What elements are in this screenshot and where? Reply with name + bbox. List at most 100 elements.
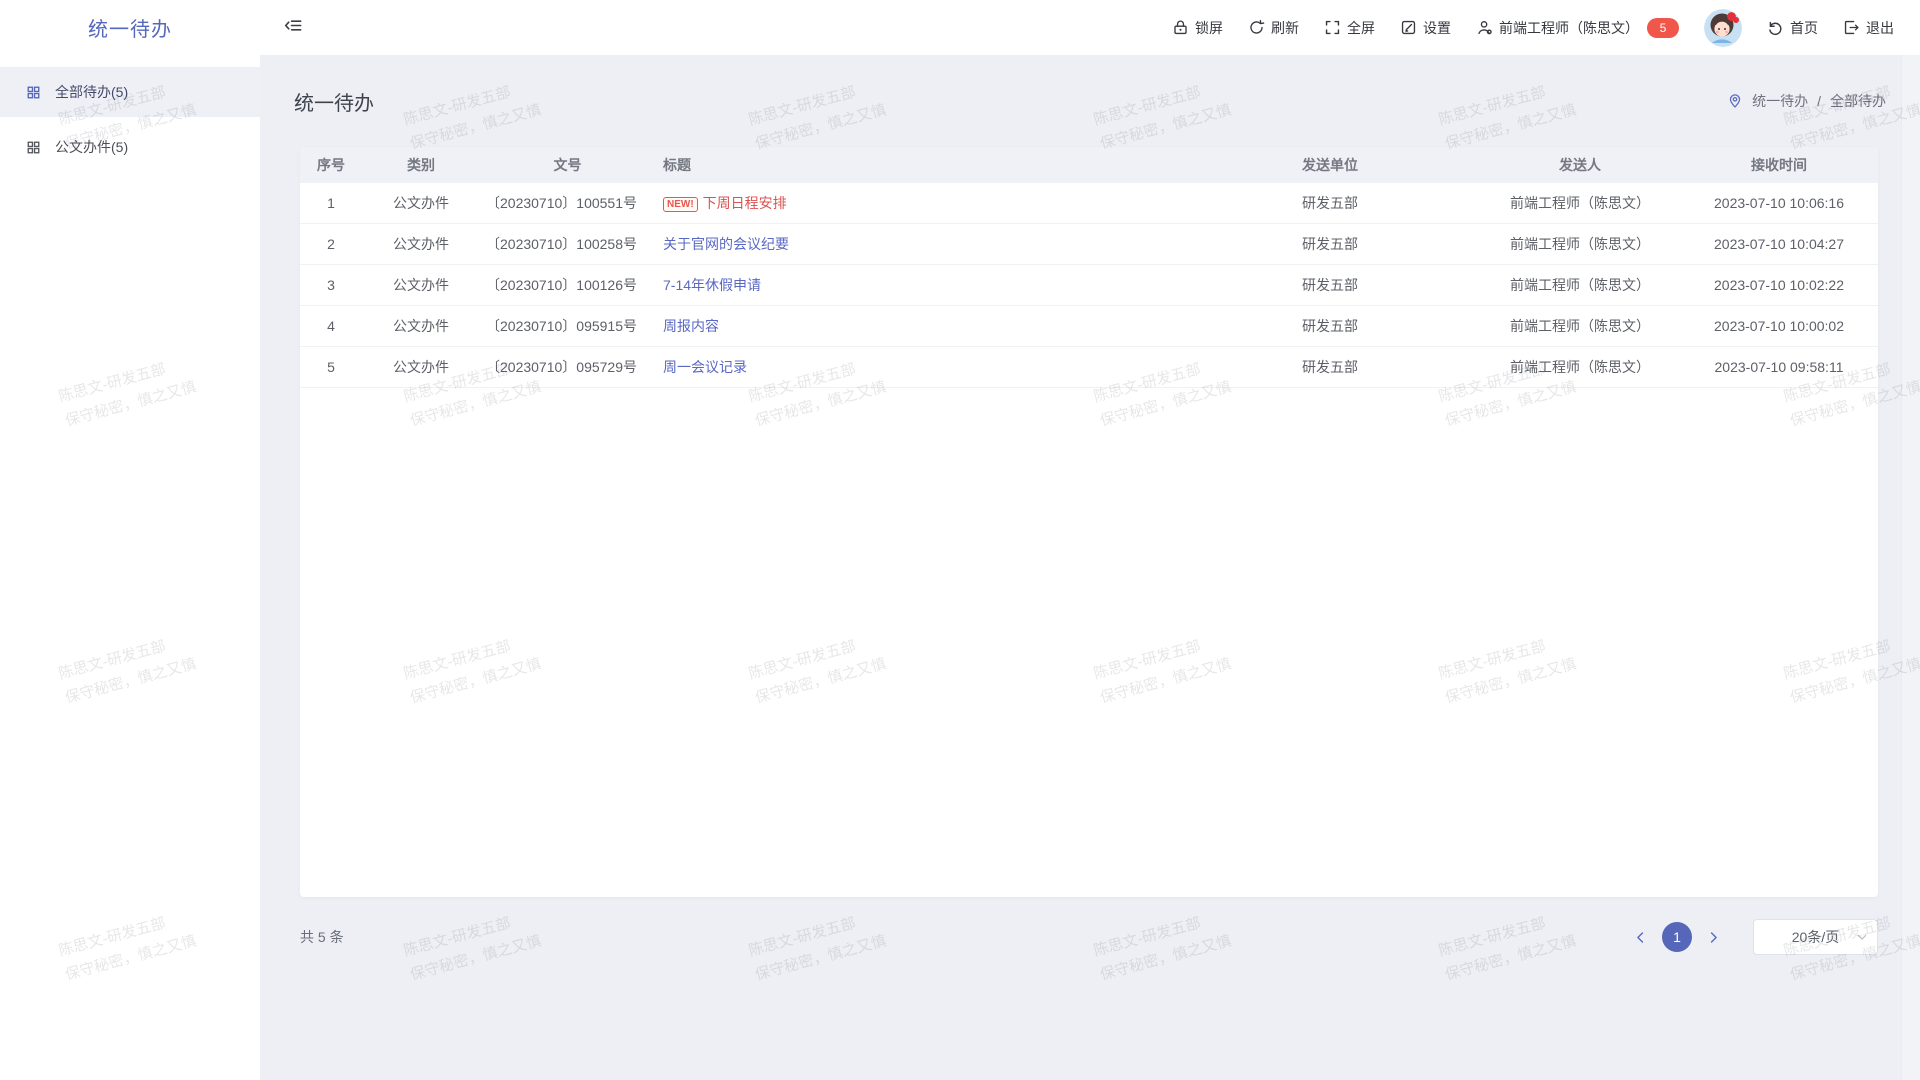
cell-index: 1 [300,183,362,224]
app-root: 统一待办 锁屏 [0,0,1920,1080]
cell-index: 4 [300,306,362,347]
col-doc-no: 文号 [480,147,655,183]
cell-category: 公文办件 [362,224,480,265]
breadcrumb: 统一待办 / 全部待办 [1727,91,1886,111]
cell-title: 7-14年休假申请 [655,265,1180,306]
col-index: 序号 [300,147,362,183]
document-title-link[interactable]: 下周日程安排 [703,195,787,211]
cell-sender: 前端工程师（陈思文） [1480,224,1680,265]
cell-category: 公文办件 [362,183,480,224]
home-button[interactable]: 首页 [1767,18,1818,38]
breadcrumb-separator: / [1817,93,1821,109]
document-title-link[interactable]: 7-14年休假申请 [663,277,761,293]
cell-unit: 研发五部 [1180,183,1480,224]
cell-title: 周一会议记录 [655,347,1180,388]
cell-index: 2 [300,224,362,265]
cell-category: 公文办件 [362,347,480,388]
table-row: 2 公文办件 〔20230710〕100258号 关于官网的会议纪要 研发五部 … [300,224,1878,265]
settings-edit-icon [1400,19,1417,36]
cell-doc-no: 〔20230710〕100126号 [480,265,655,306]
table-header: 序号 类别 文号 标题 发送单位 发送人 接收时间 [300,147,1878,183]
refresh-icon [1248,19,1265,36]
fullscreen-button[interactable]: 全屏 [1324,18,1375,38]
sidebar-item[interactable]: 全部待办(5) [0,67,260,117]
new-badge: NEW! [663,197,698,212]
document-title-link[interactable]: 关于官网的会议纪要 [663,236,789,252]
logout-label: 退出 [1866,18,1894,38]
logout-icon [1843,19,1860,36]
page-size-select[interactable]: 20条/页 [1753,919,1878,955]
todo-count-badge: 5 [1647,18,1679,38]
cell-time: 2023-07-10 10:04:27 [1680,224,1878,265]
cell-unit: 研发五部 [1180,347,1480,388]
main-content: 统一待办 统一待办 / 全部待办 [260,55,1920,1080]
cell-doc-no: 〔20230710〕100258号 [480,224,655,265]
cell-index: 5 [300,347,362,388]
lock-screen-button[interactable]: 锁屏 [1172,18,1223,38]
sidebar-item-label: 公文办件(5) [55,137,128,157]
cell-title: 关于官网的会议纪要 [655,224,1180,265]
page-title-bar: 统一待办 统一待办 / 全部待办 [260,55,1920,147]
chevron-down-icon [1856,931,1868,943]
cell-sender: 前端工程师（陈思文） [1480,306,1680,347]
table-row: 5 公文办件 〔20230710〕095729号 周一会议记录 研发五部 前端工… [300,347,1878,388]
page-size-value: 20条/页 [1792,927,1839,947]
table-body: 1 公文办件 〔20230710〕100551号 NEW! 下周日程安排 研发五部… [300,183,1878,388]
col-unit: 发送单位 [1180,147,1480,183]
sidebar-item[interactable]: 公文办件(5) [0,122,260,172]
document-title-link[interactable]: 周一会议记录 [663,359,747,375]
todo-table-card: 序号 类别 文号 标题 发送单位 发送人 接收时间 1 公文办件 [300,147,1878,897]
settings-label: 设置 [1423,18,1451,38]
settings-button[interactable]: 设置 [1400,18,1451,38]
vertical-scrollbar[interactable] [1901,55,1920,1080]
page-number-button[interactable]: 1 [1662,922,1692,952]
cell-time: 2023-07-10 10:06:16 [1680,183,1878,224]
page-title: 统一待办 [294,87,374,116]
total-count: 共 5 条 [300,927,344,947]
document-title-link[interactable]: 周报内容 [663,318,719,334]
table-row: 1 公文办件 〔20230710〕100551号 NEW! 下周日程安排 研发五部… [300,183,1878,224]
grid-icon [26,85,41,100]
cell-unit: 研发五部 [1180,224,1480,265]
pager: 1 20条/页 [1634,919,1878,955]
sidebar-item-label: 全部待办(5) [55,82,128,102]
grid-icon [26,140,41,155]
pagination-bar: 共 5 条 1 20条/页 [300,919,1878,955]
cell-time: 2023-07-10 10:02:22 [1680,265,1878,306]
col-time: 接收时间 [1680,147,1878,183]
todo-table: 序号 类别 文号 标题 发送单位 发送人 接收时间 1 公文办件 [300,147,1878,388]
prev-page-button[interactable] [1634,931,1647,944]
refresh-button[interactable]: 刷新 [1248,18,1299,38]
fold-icon [284,16,303,40]
back-home-icon [1767,19,1784,36]
user-avatar[interactable] [1704,9,1742,47]
table-header-row: 序号 类别 文号 标题 发送单位 发送人 接收时间 [300,147,1878,183]
cell-category: 公文办件 [362,306,480,347]
next-page-button[interactable] [1707,931,1720,944]
sidebar: 全部待办(5) 公文办件(5) [0,55,260,1080]
lock-icon [1172,19,1189,36]
col-title: 标题 [655,147,1180,183]
header-actions: 锁屏 刷新 全屏 [1172,9,1920,47]
cell-doc-no: 〔20230710〕100551号 [480,183,655,224]
logout-button[interactable]: 退出 [1843,18,1894,38]
sidebar-collapse-button[interactable] [284,16,303,40]
table-row: 3 公文办件 〔20230710〕100126号 7-14年休假申请 研发五部 … [300,265,1878,306]
cell-sender: 前端工程师（陈思文） [1480,265,1680,306]
breadcrumb-root[interactable]: 统一待办 [1752,91,1808,111]
cell-time: 2023-07-10 10:00:02 [1680,306,1878,347]
breadcrumb-current: 全部待办 [1830,91,1886,111]
fullscreen-icon [1324,19,1341,36]
cell-sender: 前端工程师（陈思文） [1480,347,1680,388]
col-category: 类别 [362,147,480,183]
user-name: 前端工程师（陈思文） [1499,18,1639,38]
col-sender: 发送人 [1480,147,1680,183]
cell-sender: 前端工程师（陈思文） [1480,183,1680,224]
home-label: 首页 [1790,18,1818,38]
table-row: 4 公文办件 〔20230710〕095915号 周报内容 研发五部 前端工程师… [300,306,1878,347]
current-user[interactable]: 前端工程师（陈思文） 5 [1476,18,1679,38]
cell-index: 3 [300,265,362,306]
cell-time: 2023-07-10 09:58:11 [1680,347,1878,388]
user-icon [1476,19,1493,36]
cell-category: 公文办件 [362,265,480,306]
